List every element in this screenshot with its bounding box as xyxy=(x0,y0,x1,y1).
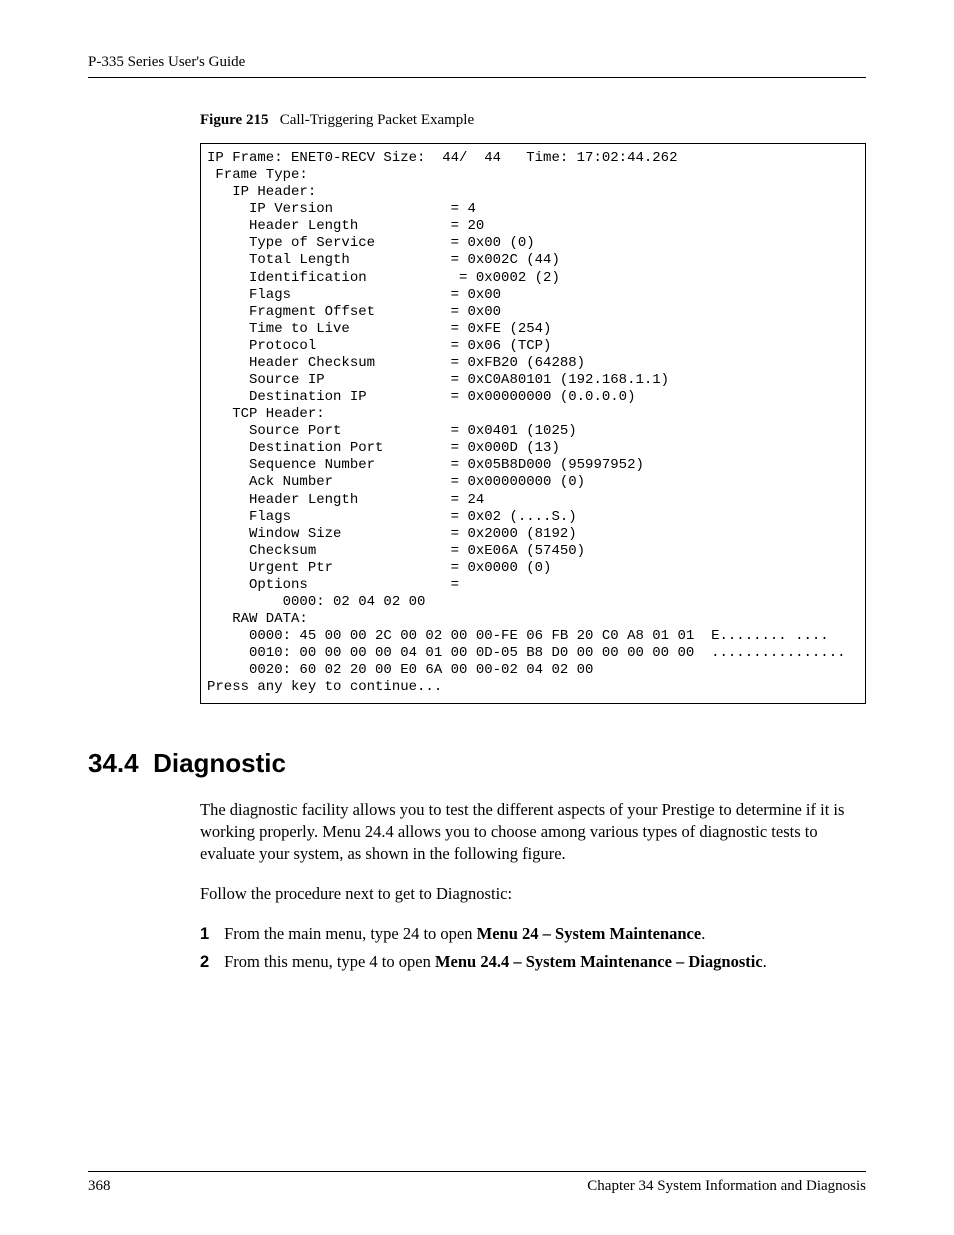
figure-label: Figure 215 xyxy=(200,112,268,128)
page-footer: 368 Chapter 34 System Information and Di… xyxy=(88,1171,866,1195)
procedure-step: 1 From the main menu, type 24 to open Me… xyxy=(200,924,866,944)
step-number: 1 xyxy=(200,925,220,944)
step-text-after: . xyxy=(701,924,705,943)
section-paragraph-2: Follow the procedure next to get to Diag… xyxy=(200,883,866,905)
code-block: IP Frame: ENET0-RECV Size: 44/ 44 Time: … xyxy=(200,143,866,704)
chapter-label: Chapter 34 System Information and Diagno… xyxy=(587,1178,866,1195)
page-number: 368 xyxy=(88,1178,111,1195)
step-number: 2 xyxy=(200,953,220,972)
figure-caption-text: Call-Triggering Packet Example xyxy=(280,112,474,128)
figure-caption: Figure 215 Call-Triggering Packet Exampl… xyxy=(200,112,866,129)
step-text-after: . xyxy=(763,952,767,971)
step-text-bold: Menu 24 – System Maintenance xyxy=(477,924,702,943)
running-header: P-335 Series User's Guide xyxy=(88,54,866,71)
step-text-bold: Menu 24.4 – System Maintenance – Diagnos… xyxy=(435,952,763,971)
section-title: Diagnostic xyxy=(153,748,286,778)
step-text-before: From the main menu, type 24 to open xyxy=(224,924,477,943)
section-paragraph-1: The diagnostic facility allows you to te… xyxy=(200,799,866,866)
section-number: 34.4 xyxy=(88,748,139,778)
step-text-before: From this menu, type 4 to open xyxy=(224,952,435,971)
procedure-step: 2 From this menu, type 4 to open Menu 24… xyxy=(200,952,866,972)
procedure-list: 1 From the main menu, type 24 to open Me… xyxy=(200,924,866,972)
header-rule xyxy=(88,77,866,78)
section-heading: 34.4 Diagnostic xyxy=(88,748,866,779)
